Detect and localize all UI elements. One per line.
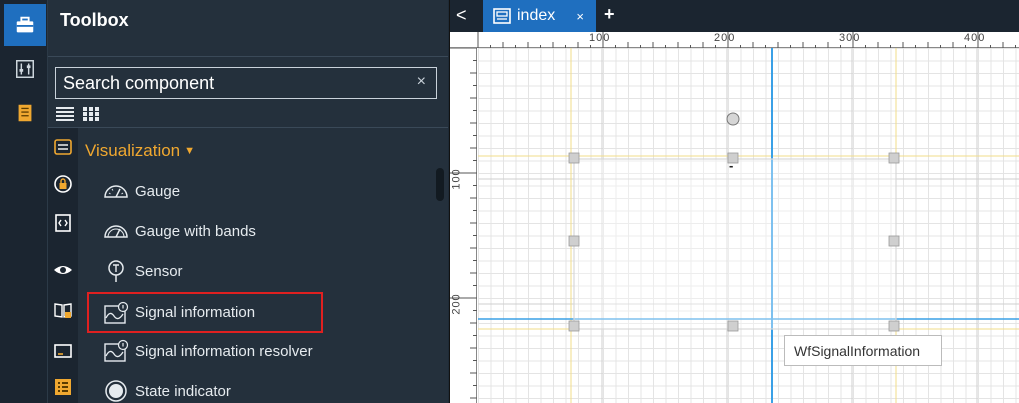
text-box-icon — [54, 139, 72, 155]
tab-index[interactable]: index × — [483, 0, 596, 32]
toolbox-title: Toolbox — [60, 10, 129, 30]
toolbox-item-signal-information[interactable]: Signal information — [87, 292, 323, 333]
divider — [48, 127, 448, 128]
category-reports-button[interactable] — [52, 299, 74, 321]
toolbox-item-label: Gauge — [135, 182, 181, 200]
category-lists-button[interactable] — [52, 376, 74, 398]
category-scripting-button[interactable] — [52, 212, 74, 234]
category-rail — [48, 128, 78, 403]
category-basic-button[interactable] — [52, 136, 74, 158]
toolbox-item-sensor[interactable]: Sensor — [103, 254, 183, 288]
toolbox-item-gauge-with-bands[interactable]: Gauge with bands — [103, 214, 256, 248]
list-view-icon[interactable] — [56, 106, 74, 122]
view-toggle-group — [56, 106, 100, 122]
gauge-bands-icon — [103, 219, 129, 243]
sliders-icon — [16, 60, 34, 78]
search-input[interactable] — [56, 68, 396, 98]
ruler-vertical: 100 200 — [450, 48, 477, 403]
tab-bar: < index × + — [450, 0, 1019, 32]
category-label: Visualization — [85, 141, 181, 160]
category-visualization-header[interactable]: Visualization ▼ — [85, 141, 195, 161]
main-rail — [0, 0, 48, 403]
tab-label: index — [517, 7, 556, 24]
search-box: × — [55, 67, 437, 99]
document-list-icon — [18, 104, 32, 122]
element-tooltip: WfSignalInformation — [784, 335, 942, 366]
close-tab-icon[interactable]: × — [576, 9, 584, 24]
category-security-button[interactable] — [52, 173, 74, 195]
ruler-horizontal: 100 200 300 400 — [450, 32, 1019, 48]
pages-rail-button[interactable] — [4, 92, 46, 134]
toolbox-icon — [16, 16, 34, 33]
toolbox-panel: Toolbox × — [48, 0, 448, 403]
signal-information-icon — [103, 301, 129, 325]
ruler-label: 400 — [964, 32, 986, 44]
design-canvas[interactable]: - WfSignalInformation — [478, 48, 1019, 403]
toolbox-item-label: Signal information — [135, 304, 256, 321]
sensor-icon — [103, 259, 129, 283]
element-value: - — [729, 158, 734, 173]
lock-icon — [54, 175, 72, 193]
toolbox-item-label: Sensor — [135, 262, 183, 280]
ruler-label: 100 — [589, 32, 611, 44]
grid-view-icon[interactable] — [82, 106, 100, 122]
monitor-icon — [54, 344, 72, 358]
properties-rail-button[interactable] — [4, 48, 46, 90]
category-visualization-button[interactable] — [52, 259, 74, 281]
toolbox-item-label: Signal information resolver — [135, 342, 313, 360]
toolbox-item-label: State indicator — [135, 382, 231, 400]
toolbox-item-label: Gauge with bands — [135, 222, 256, 240]
toolbox-item-gauge[interactable]: Gauge — [103, 174, 180, 208]
category-display-button[interactable] — [52, 340, 74, 362]
caret-down-icon: ▼ — [184, 145, 196, 157]
eye-icon — [54, 266, 72, 274]
ruler-label: 200 — [714, 32, 736, 44]
add-tab-button[interactable]: + — [604, 4, 615, 25]
back-icon[interactable]: < — [456, 5, 478, 27]
ruler-label: 200 — [450, 293, 463, 315]
toolbox-item-signal-information-resolver[interactable]: Signal information resolver — [103, 334, 313, 368]
design-workspace: < index × + 100 200 300 400 100 200 - Wf… — [449, 0, 1019, 403]
gauge-icon — [103, 179, 129, 203]
divider — [48, 56, 448, 57]
list-icon — [55, 379, 71, 395]
code-document-icon — [55, 214, 71, 232]
state-indicator-icon — [103, 379, 129, 403]
ruler-label: 300 — [839, 32, 861, 44]
clear-search-icon[interactable]: × — [417, 73, 426, 91]
toolbox-scrollbar[interactable] — [436, 168, 444, 201]
ruler-label: 100 — [450, 168, 463, 190]
toolbox-item-state-indicator[interactable]: State indicator — [103, 374, 231, 403]
signal-resolver-icon — [103, 339, 129, 363]
page-layout-icon — [493, 8, 511, 24]
book-icon — [54, 303, 72, 318]
toolbox-rail-button[interactable] — [4, 4, 46, 46]
